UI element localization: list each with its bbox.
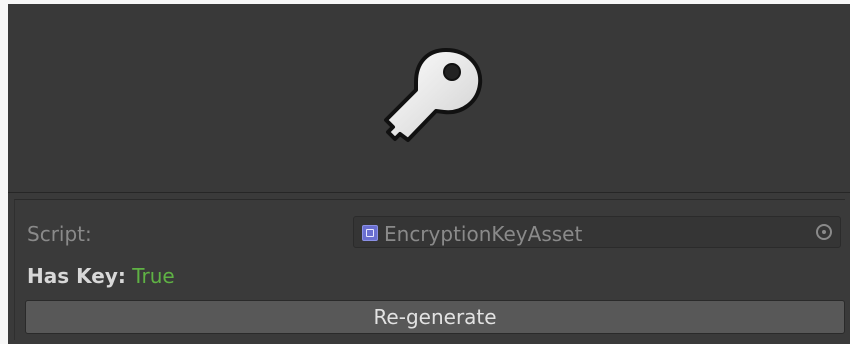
- asset-preview: [8, 4, 850, 192]
- inspector-window: Script: EncryptionKeyAsset Has Key: True…: [8, 4, 850, 344]
- object-picker-icon[interactable]: [816, 224, 832, 240]
- key-icon: [384, 48, 483, 142]
- has-key-row: Has Key: True: [27, 264, 175, 288]
- script-field[interactable]: EncryptionKeyAsset: [353, 216, 841, 248]
- regenerate-button[interactable]: Re-generate: [25, 300, 845, 334]
- script-label: Script:: [27, 222, 92, 246]
- inspector-content: Script: EncryptionKeyAsset Has Key: True…: [14, 199, 845, 340]
- has-key-label: Has Key:: [27, 264, 126, 288]
- script-name: EncryptionKeyAsset: [384, 222, 583, 246]
- script-asset-icon: [362, 225, 378, 241]
- has-key-value: True: [132, 264, 175, 288]
- inspector-panel: Script: EncryptionKeyAsset Has Key: True…: [8, 192, 850, 344]
